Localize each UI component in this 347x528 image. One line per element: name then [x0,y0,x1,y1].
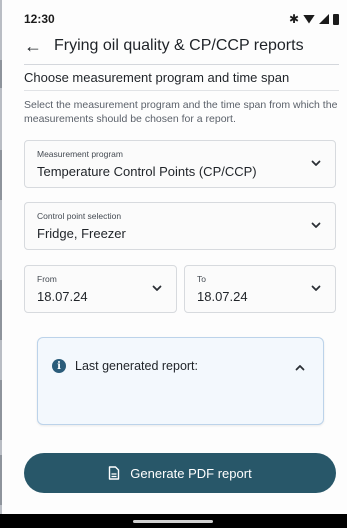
from-date-label: From [37,274,57,284]
measurement-program-value: Temperature Control Points (CP/CCP) [37,164,257,179]
last-report-title: Last generated report: [75,359,198,373]
app-screen: 12:30 ✱ ← Frying oil quality & CP/CCP re… [0,0,347,528]
wifi-icon [303,14,315,24]
control-point-value: Fridge, Freezer [37,226,126,241]
chevron-up-icon[interactable] [295,360,305,378]
info-icon: i [52,359,66,373]
status-bar: 12:30 ✱ [24,10,339,28]
section-title: Choose measurement program and time span [24,70,290,85]
generate-pdf-button[interactable]: Generate PDF report [24,453,336,493]
measurement-program-label: Measurement program [37,149,123,159]
app-bar: ← Frying oil quality & CP/CCP reports [24,32,339,60]
status-time: 12:30 [24,12,55,26]
chevron-down-icon [311,158,321,168]
screen-edge-segment [0,380,2,440]
last-report-card[interactable]: i Last generated report: [37,337,324,425]
chevron-down-icon [311,283,321,293]
to-date-label: To [197,274,206,284]
chevron-down-icon [311,220,321,230]
control-point-label: Control point selection [37,211,122,221]
from-date-value: 18.07.24 [37,289,88,304]
signal-icon [319,14,329,24]
screen-edge-segment [0,455,2,505]
battery-icon [333,13,339,25]
to-date-select[interactable]: To 18.07.24 [184,265,336,313]
chevron-down-icon [152,283,162,293]
to-date-value: 18.07.24 [197,289,248,304]
screen-edge-segment [0,150,2,200]
control-point-select[interactable]: Control point selection Fridge, Freezer [24,202,336,250]
document-icon [108,466,120,480]
section-description: Select the measurement program and the t… [24,99,338,125]
measurement-program-select[interactable]: Measurement program Temperature Control … [24,140,336,188]
generate-pdf-label: Generate PDF report [130,465,252,481]
bluetooth-icon: ✱ [288,12,299,26]
page-title: Frying oil quality & CP/CCP reports [54,37,304,54]
back-arrow-icon[interactable]: ← [24,36,42,57]
screen-edge-segment [0,280,2,340]
from-date-select[interactable]: From 18.07.24 [24,265,177,313]
screen-edge-segment [0,60,2,88]
divider [24,90,339,91]
status-icons: ✱ [289,12,339,26]
home-gesture-handle[interactable] [133,520,213,523]
divider [24,64,339,65]
